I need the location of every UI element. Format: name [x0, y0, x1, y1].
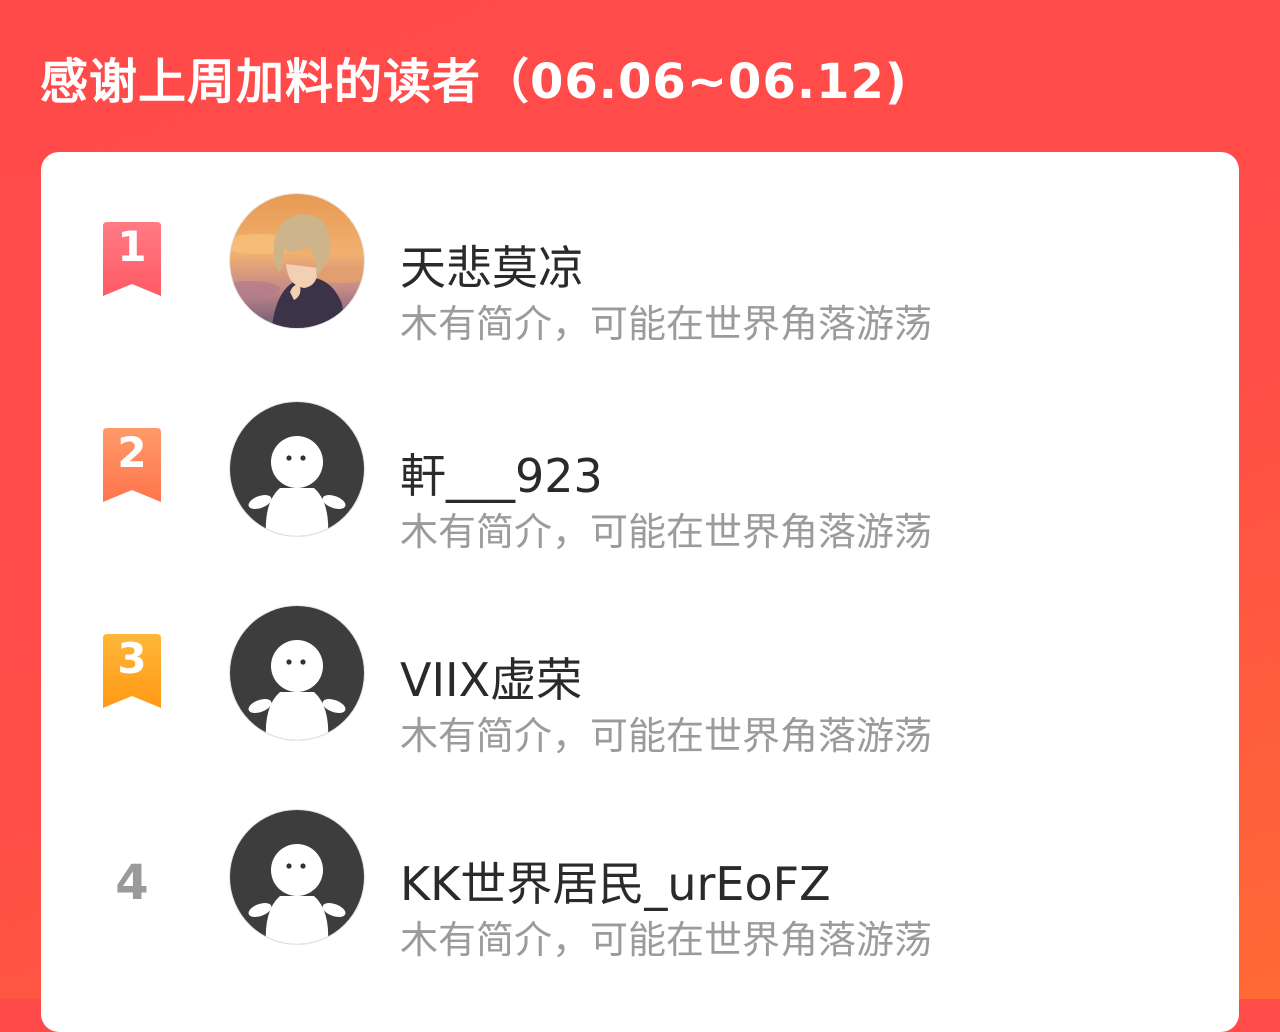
- reader-bio: 木有简介，可能在世界角落游荡: [400, 714, 933, 758]
- reader-row-2[interactable]: 2 軒___923 木有简介，可能在世界角落游荡: [41, 400, 1239, 554]
- reader-list-card: 1 天悲莫凉 木有简介，可能在世界角落游荡 2 軒___923 木有简介，可能在…: [41, 152, 1239, 1032]
- default-avatar-icon[interactable]: [230, 810, 364, 944]
- reader-row-4[interactable]: 4 KK世界居民_urEoFZ 木有简介，可能在世界角落游荡: [41, 808, 1239, 962]
- reader-name: VIIX虚荣: [400, 653, 583, 707]
- anime-avatar-icon[interactable]: [230, 194, 364, 328]
- rank-number: 3: [117, 634, 147, 683]
- default-avatar-icon[interactable]: [230, 606, 364, 740]
- page-title: 感谢上周加料的读者（06.06~06.12): [40, 54, 908, 110]
- reader-name: 軒___923: [400, 449, 603, 503]
- rank-ribbon-icon: 2: [97, 428, 167, 502]
- reader-row-3[interactable]: 3 VIIX虚荣 木有简介，可能在世界角落游荡: [41, 604, 1239, 758]
- reader-bio: 木有简介，可能在世界角落游荡: [400, 302, 933, 346]
- rank-ribbon-icon: 3: [97, 634, 167, 708]
- reader-name: KK世界居民_urEoFZ: [400, 857, 831, 911]
- rank-number: 1: [117, 222, 147, 271]
- default-avatar-icon[interactable]: [230, 402, 364, 536]
- reader-row-1[interactable]: 1 天悲莫凉 木有简介，可能在世界角落游荡: [41, 192, 1239, 346]
- rank-number: 2: [117, 428, 147, 477]
- reader-name: 天悲莫凉: [400, 241, 584, 295]
- reader-bio: 木有简介，可能在世界角落游荡: [400, 510, 933, 554]
- rank-number: 4: [115, 855, 149, 911]
- rank-ribbon-icon: 1: [97, 222, 167, 296]
- reader-bio: 木有简介，可能在世界角落游荡: [400, 918, 933, 962]
